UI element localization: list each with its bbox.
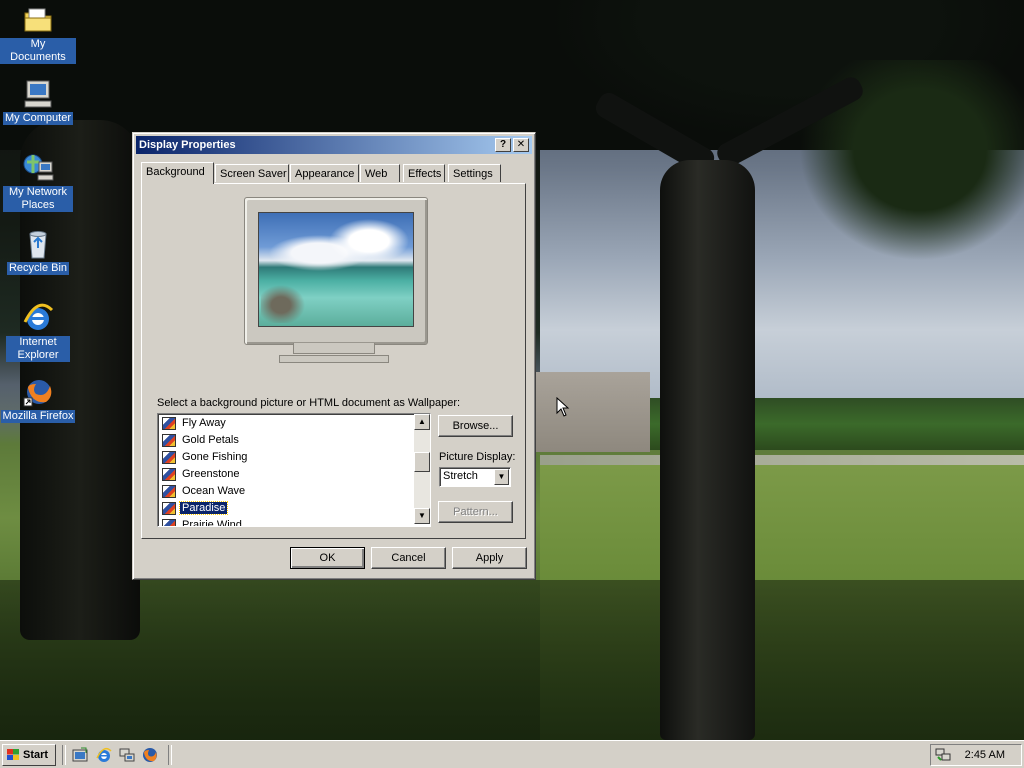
desktop-icon-label: My Documents bbox=[0, 38, 76, 64]
tab-web[interactable]: Web bbox=[360, 164, 400, 182]
desktop-icon-label: Internet Explorer bbox=[6, 336, 70, 362]
image-file-icon bbox=[162, 518, 176, 526]
picture-display-value: Stretch bbox=[443, 470, 478, 482]
image-file-icon bbox=[162, 450, 176, 464]
mouse-cursor-icon bbox=[556, 397, 570, 417]
desktop-icon-internet-explorer[interactable]: Internet Explorer bbox=[0, 302, 76, 362]
wallpaper-prompt: Select a background picture or HTML docu… bbox=[157, 397, 461, 409]
list-item[interactable]: Gold Petals bbox=[162, 432, 241, 449]
taskbar-separator bbox=[62, 745, 66, 765]
monitor-stand bbox=[293, 343, 375, 354]
firefox-icon[interactable] bbox=[142, 747, 158, 763]
dialog-titlebar[interactable]: Display Properties ? ✕ bbox=[136, 136, 532, 154]
image-file-icon bbox=[162, 467, 176, 481]
tab-settings[interactable]: Settings bbox=[448, 164, 501, 182]
apply-button[interactable]: Apply bbox=[452, 547, 527, 569]
network-icon[interactable] bbox=[119, 747, 135, 763]
desktop-icon-label: Mozilla Firefox bbox=[0, 410, 76, 423]
display-properties-dialog: Display Properties ? ✕ Background Screen… bbox=[132, 132, 536, 580]
monitor-base bbox=[279, 355, 389, 363]
computer-icon bbox=[22, 78, 54, 110]
desktop: My Documents My Computer My Network Plac… bbox=[0, 0, 1024, 740]
desktop-icon-label: Recycle Bin bbox=[6, 262, 70, 275]
clock[interactable]: 2:45 AM bbox=[965, 749, 1005, 761]
pattern-button[interactable]: Pattern... bbox=[438, 501, 513, 523]
picture-display-select[interactable]: Stretch ▼ bbox=[439, 467, 511, 487]
chevron-down-icon[interactable]: ▼ bbox=[494, 469, 509, 485]
close-button[interactable]: ✕ bbox=[513, 138, 529, 152]
desktop-icon-mozilla-firefox[interactable]: Mozilla Firefox bbox=[0, 376, 76, 423]
wallpaper-preview bbox=[258, 212, 414, 327]
scroll-thumb[interactable] bbox=[414, 452, 430, 472]
list-item[interactable]: Prairie Wind bbox=[162, 517, 244, 526]
ie-icon bbox=[22, 302, 54, 334]
start-button[interactable]: Start bbox=[2, 744, 56, 766]
cancel-button[interactable]: Cancel bbox=[371, 547, 446, 569]
desktop-icon-my-documents[interactable]: My Documents bbox=[0, 4, 76, 64]
wallpaper-list[interactable]: Fly Away Gold Petals Gone Fishing Greens… bbox=[157, 413, 431, 527]
tab-background[interactable]: Background bbox=[141, 162, 214, 184]
desktop-icon-my-network-places[interactable]: My Network Places bbox=[0, 152, 76, 212]
network-icon bbox=[22, 152, 54, 184]
recycle-bin-icon bbox=[22, 228, 54, 260]
system-tray: 2:45 AM bbox=[930, 744, 1022, 766]
wallpaper-shadow bbox=[0, 580, 1024, 740]
wallpaper-chateau bbox=[536, 372, 650, 452]
taskbar-separator bbox=[168, 745, 172, 765]
taskbar: Start 2:45 AM bbox=[0, 740, 1024, 768]
desktop-icon-my-computer[interactable]: My Computer bbox=[0, 78, 76, 125]
close-icon: ✕ bbox=[516, 139, 526, 150]
wallpaper-tree-right bbox=[660, 160, 755, 740]
tab-effects[interactable]: Effects bbox=[403, 164, 445, 182]
list-item[interactable]: Gone Fishing bbox=[162, 449, 249, 466]
image-file-icon bbox=[162, 484, 176, 498]
list-item[interactable]: Fly Away bbox=[162, 415, 228, 432]
background-tab-panel: Select a background picture or HTML docu… bbox=[141, 183, 526, 539]
list-item-selected[interactable]: Paradise bbox=[162, 500, 229, 517]
list-item[interactable]: Greenstone bbox=[162, 466, 241, 483]
desktop-icon-label: My Computer bbox=[2, 112, 74, 125]
picture-display-label: Picture Display: bbox=[439, 451, 516, 463]
scroll-up-icon[interactable]: ▲ bbox=[414, 414, 430, 430]
tab-screen-saver[interactable]: Screen Saver bbox=[215, 164, 289, 182]
list-item[interactable]: Ocean Wave bbox=[162, 483, 247, 500]
windows-flag-icon bbox=[7, 749, 19, 760]
monitor-preview bbox=[244, 197, 428, 345]
scroll-down-icon[interactable]: ▼ bbox=[414, 508, 430, 524]
tab-appearance[interactable]: Appearance bbox=[290, 164, 359, 182]
help-button[interactable]: ? bbox=[495, 138, 511, 152]
ok-button[interactable]: OK bbox=[290, 547, 365, 569]
network-status-icon[interactable] bbox=[935, 748, 951, 762]
desktop-icon-recycle-bin[interactable]: Recycle Bin bbox=[0, 228, 76, 275]
image-file-icon bbox=[162, 501, 176, 515]
list-scrollbar[interactable]: ▲ ▼ bbox=[414, 414, 430, 524]
browse-button[interactable]: Browse... bbox=[438, 415, 513, 437]
image-file-icon bbox=[162, 416, 176, 430]
dialog-title: Display Properties bbox=[139, 139, 236, 151]
ie-icon[interactable] bbox=[96, 747, 112, 763]
firefox-icon bbox=[22, 376, 54, 408]
folder-icon bbox=[22, 4, 54, 36]
desktop-icon-label: My Network Places bbox=[3, 186, 73, 212]
show-desktop-icon[interactable] bbox=[72, 747, 88, 763]
image-file-icon bbox=[162, 433, 176, 447]
